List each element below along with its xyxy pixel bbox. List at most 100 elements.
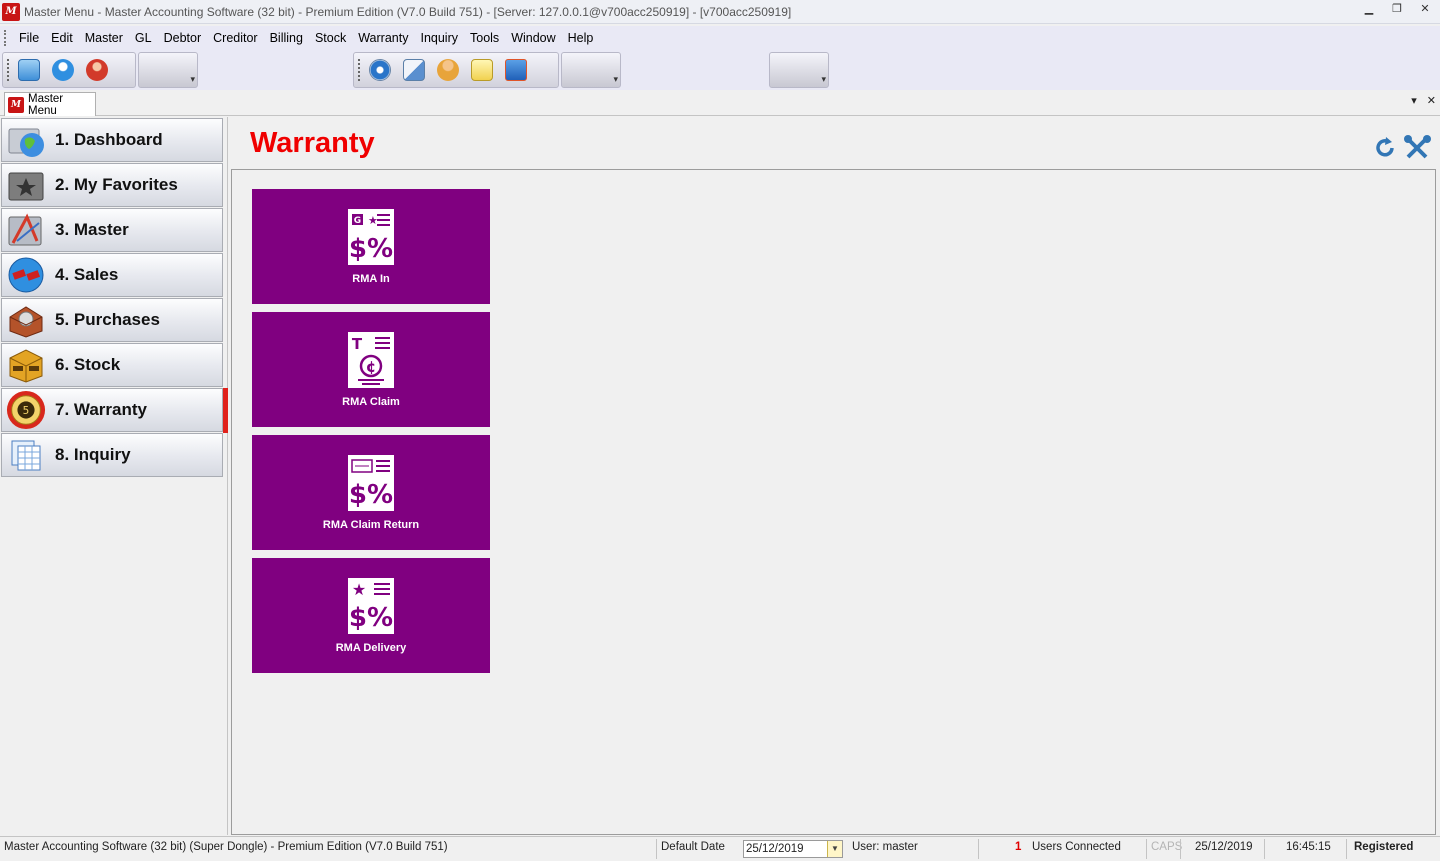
svg-text:★: ★ xyxy=(352,580,366,599)
toolbar-grip-2[interactable] xyxy=(358,59,361,81)
purchases-box-icon xyxy=(6,300,46,340)
default-date-value: 25/12/2019 xyxy=(746,843,804,855)
user-red-toolbar-button[interactable] xyxy=(82,56,112,84)
tab-master-menu[interactable]: M Master Menu xyxy=(4,92,96,117)
status-user: User: master xyxy=(852,841,918,853)
default-date-field[interactable]: 25/12/2019 ▼ xyxy=(743,840,843,858)
person-toolbar-button[interactable] xyxy=(433,56,463,84)
s-logo-icon xyxy=(505,59,527,81)
tile-label: RMA Claim xyxy=(342,396,400,408)
sidebar-item-purchases[interactable]: 5. Purchases xyxy=(1,298,223,342)
tile-rma-claim-return[interactable]: $% RMA Claim Return xyxy=(252,435,490,550)
menu-stock[interactable]: Stock xyxy=(309,31,352,45)
sidebar-item-master[interactable]: 3. Master xyxy=(1,208,223,252)
menu-window[interactable]: Window xyxy=(505,31,561,45)
close-button[interactable]: ✕ xyxy=(1416,2,1434,15)
menu-file[interactable]: File xyxy=(13,31,45,45)
status-bar: Master Accounting Software (32 bit) (Sup… xyxy=(0,836,1440,861)
document-tab-strip: M Master Menu ▾ ✕ xyxy=(0,90,1440,117)
menu-creditor[interactable]: Creditor xyxy=(207,31,263,45)
header-actions xyxy=(1372,135,1432,161)
menu-warranty[interactable]: Warranty xyxy=(352,31,414,45)
svg-text:5: 5 xyxy=(23,405,30,417)
date-dropdown-icon[interactable]: ▼ xyxy=(827,841,842,857)
tile-rma-delivery[interactable]: ★ $% RMA Delivery xyxy=(252,558,490,673)
toolbar-group-main xyxy=(2,52,136,88)
menu-inquiry[interactable]: Inquiry xyxy=(414,31,464,45)
sidebar-item-label: 2. My Favorites xyxy=(55,175,178,194)
tile-rma-claim[interactable]: T ¢ RMA Claim xyxy=(252,312,490,427)
tile-rma-in[interactable]: G ★ $% RMA In xyxy=(252,189,490,304)
menubar-grip[interactable] xyxy=(4,30,7,46)
toolbar-grip[interactable] xyxy=(7,59,10,81)
warranty-tiles-panel: G ★ $% RMA In T ¢ RMA Claim $% RMA Claim Re… xyxy=(231,169,1436,835)
toolbar-dropdown-3[interactable] xyxy=(769,52,829,88)
users-connected-count: 1 xyxy=(1015,841,1022,853)
design-tools-icon xyxy=(6,210,46,250)
compass-icon xyxy=(369,59,391,81)
sidebar-item-dashboard[interactable]: 1. Dashboard xyxy=(1,118,223,162)
status-separator xyxy=(1264,839,1265,859)
s-logo-toolbar-button[interactable] xyxy=(501,56,531,84)
tile-label: RMA Delivery xyxy=(335,642,407,654)
sidebar-item-stock[interactable]: 6. Stock xyxy=(1,343,223,387)
sidebar-item-label: 1. Dashboard xyxy=(55,130,163,149)
toolbar-group-secondary xyxy=(353,52,559,88)
sidebar-item-label: 3. Master xyxy=(55,220,129,239)
settings-tools-icon[interactable] xyxy=(1404,135,1432,161)
notes-toolbar-button[interactable] xyxy=(467,56,497,84)
refresh-icon[interactable] xyxy=(1372,135,1398,161)
warranty-seal-icon: 5 xyxy=(6,390,46,430)
person-icon xyxy=(437,59,459,81)
status-separator xyxy=(656,839,657,859)
app-logo-icon: M xyxy=(2,2,20,21)
globe-folder-icon xyxy=(6,120,46,160)
status-app-info: Master Accounting Software (32 bit) (Sup… xyxy=(4,841,448,853)
caps-indicator: CAPS xyxy=(1151,841,1183,853)
tab-app-logo-icon: M xyxy=(8,96,24,113)
tab-list-dropdown-icon[interactable]: ▾ xyxy=(1411,94,1417,107)
hand-document-toolbar-button[interactable] xyxy=(399,56,429,84)
svg-text:$%: $% xyxy=(349,234,393,264)
tab-close-icon[interactable]: ✕ xyxy=(1427,94,1436,107)
compass-toolbar-button[interactable] xyxy=(365,56,395,84)
svg-text:G: G xyxy=(354,216,361,226)
calendar-toolbar-button[interactable] xyxy=(14,56,44,84)
restore-button[interactable]: ❐ xyxy=(1388,2,1406,15)
sidebar-item-inquiry[interactable]: 8. Inquiry xyxy=(1,433,223,477)
sidebar-item-label: 8. Inquiry xyxy=(55,445,131,464)
menu-edit[interactable]: Edit xyxy=(45,31,79,45)
active-module-indicator xyxy=(223,388,228,433)
window-controls: ▁ ❐ ✕ xyxy=(1360,2,1434,15)
window-title: Master Menu - Master Accounting Software… xyxy=(24,4,792,19)
sales-disc-icon xyxy=(6,255,46,295)
registration-status: Registered xyxy=(1354,841,1414,853)
menu-bar: File Edit Master GL Debtor Creditor Bill… xyxy=(0,26,1440,50)
user-red-icon xyxy=(86,59,108,81)
menu-billing[interactable]: Billing xyxy=(264,31,309,45)
svg-text:T: T xyxy=(352,335,363,353)
module-sidebar: 1. Dashboard 2. My Favorites 3. Master 4… xyxy=(0,117,228,835)
title-bar: M Master Menu - Master Accounting Softwa… xyxy=(0,0,1440,24)
toolbar-dropdown-2[interactable] xyxy=(561,52,621,88)
status-separator xyxy=(1180,839,1181,859)
page-title: Warranty xyxy=(250,127,375,159)
toolbar xyxy=(0,50,1440,90)
users-connected-label: Users Connected xyxy=(1032,841,1121,853)
sidebar-item-sales[interactable]: 4. Sales xyxy=(1,253,223,297)
toolbar-dropdown-1[interactable] xyxy=(138,52,198,88)
menu-master[interactable]: Master xyxy=(79,31,129,45)
menu-gl[interactable]: GL xyxy=(129,31,158,45)
minimize-button[interactable]: ▁ xyxy=(1360,2,1378,15)
menu-help[interactable]: Help xyxy=(562,31,600,45)
tile-label: RMA In xyxy=(352,273,390,285)
user-blue-toolbar-button[interactable] xyxy=(48,56,78,84)
menu-tools[interactable]: Tools xyxy=(464,31,505,45)
status-date: 25/12/2019 xyxy=(1195,841,1253,853)
sidebar-item-favorites[interactable]: 2. My Favorites xyxy=(1,163,223,207)
menu-debtor[interactable]: Debtor xyxy=(158,31,208,45)
sidebar-item-warranty[interactable]: 5 7. Warranty xyxy=(1,388,223,432)
status-separator xyxy=(1146,839,1147,859)
status-time: 16:45:15 xyxy=(1286,841,1331,853)
sidebar-item-label: 7. Warranty xyxy=(55,400,147,419)
